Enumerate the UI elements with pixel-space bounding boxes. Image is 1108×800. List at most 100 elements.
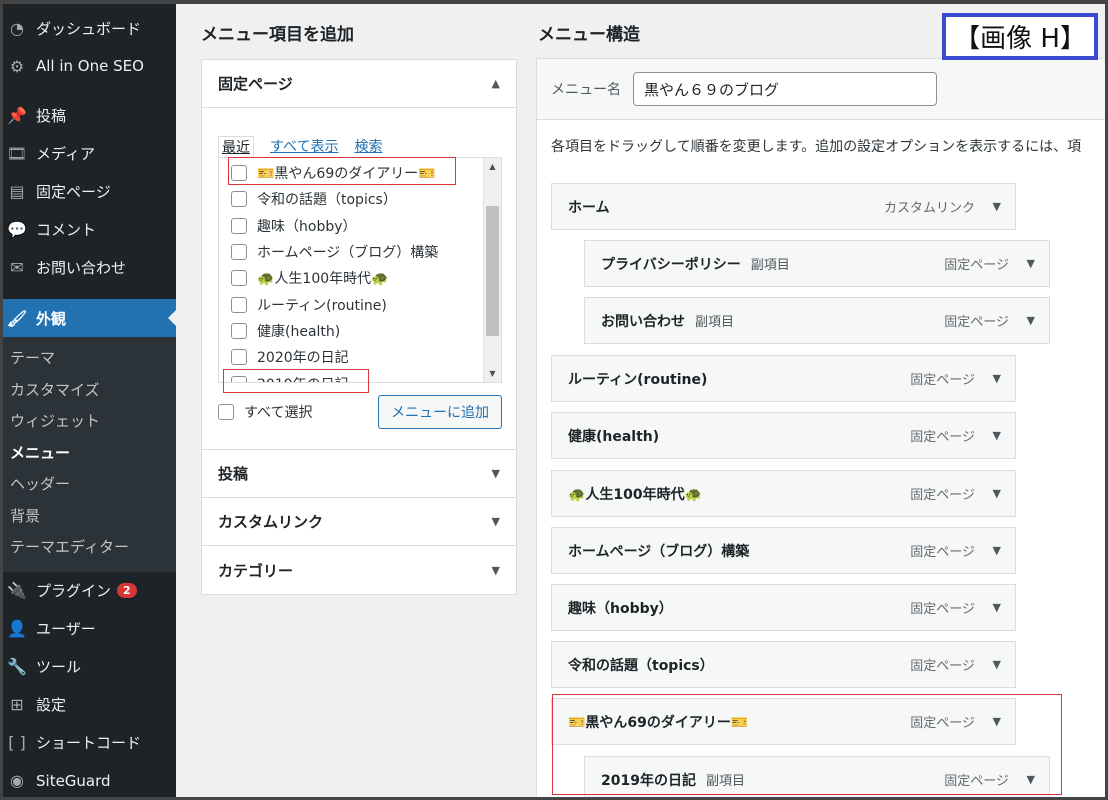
admin-sidebar: ◔ ダッシュボード ⚙ All in One SEO 📌 投稿 🎞 メディア ▤ 固定ペー…: [0, 0, 176, 800]
list-item[interactable]: 🐢人生100年時代🐢: [231, 265, 501, 291]
chevron-down-icon[interactable]: ▼: [993, 715, 1001, 728]
page-icon: ▤: [9, 181, 25, 201]
menu-item-title: お問い合わせ: [601, 313, 685, 330]
add-items-title: メニュー項目を追加: [201, 25, 354, 45]
scroll-up-icon[interactable]: ▲: [484, 162, 501, 171]
sidebar-item-plugins[interactable]: 🔌 プラグイン 2: [0, 572, 176, 610]
list-item[interactable]: 健康(health): [231, 318, 501, 344]
chevron-down-icon[interactable]: ▼: [993, 601, 1001, 614]
chevron-down-icon[interactable]: ▼: [993, 429, 1001, 442]
list-item[interactable]: 令和の話題（topics）: [231, 186, 501, 212]
submenu-widgets[interactable]: ウィジェット: [0, 406, 176, 438]
main-content: メニュー項目を追加 メニュー構造 固定ページ ▲ 最近 すべて表示 検索 🎫黒や…: [176, 0, 1108, 800]
menu-item-title: ホーム: [568, 199, 610, 216]
menu-item-type: 固定ページ: [910, 659, 975, 674]
sidebar-item-comments[interactable]: 💬 コメント: [0, 210, 176, 248]
menu-item[interactable]: 🎫黒やん69のダイアリー🎫 固定ページ ▼: [551, 698, 1016, 745]
submenu-header[interactable]: ヘッダー: [0, 469, 176, 501]
page-label: ルーティン(routine): [257, 297, 387, 314]
comment-icon: 💬: [7, 219, 27, 239]
list-item[interactable]: ルーティン(routine): [231, 291, 501, 317]
accordion-posts-header[interactable]: 投稿 ▼: [202, 450, 516, 498]
add-to-menu-button[interactable]: メニューに追加: [378, 395, 502, 429]
list-item[interactable]: 2020年の日記: [231, 344, 501, 370]
chevron-down-icon[interactable]: ▼: [993, 544, 1001, 557]
chevron-down-icon[interactable]: ▼: [993, 487, 1001, 500]
scroll-thumb[interactable]: [486, 206, 499, 336]
menu-item[interactable]: ルーティン(routine) 固定ページ ▼: [551, 355, 1016, 402]
menu-item[interactable]: 令和の話題（topics） 固定ページ ▼: [551, 641, 1016, 688]
sidebar-item-label: 設定: [36, 696, 67, 714]
chevron-down-icon[interactable]: ▼: [993, 658, 1001, 671]
menu-item[interactable]: 🐢人生100年時代🐢 固定ページ ▼: [551, 470, 1016, 517]
user-icon: 👤: [7, 619, 27, 638]
chevron-down-icon[interactable]: ▼: [993, 200, 1001, 213]
submenu-menus[interactable]: メニュー: [0, 438, 176, 470]
select-all-checkbox[interactable]: [218, 404, 234, 420]
accordion-categories-header[interactable]: カテゴリー ▼: [202, 546, 516, 594]
accordion-pages-header[interactable]: 固定ページ ▲: [202, 60, 516, 108]
checkbox[interactable]: [231, 191, 247, 208]
list-item[interactable]: 🎫黒やん69のダイアリー🎫: [231, 160, 501, 186]
menu-item[interactable]: 健康(health) 固定ページ ▼: [551, 412, 1016, 459]
list-item[interactable]: 趣味（hobby）: [231, 213, 501, 239]
sidebar-item-users[interactable]: 👤 ユーザー: [0, 610, 176, 648]
submenu-theme-editor[interactable]: テーマエディター: [0, 532, 176, 564]
sidebar-item-label: お問い合わせ: [36, 258, 127, 277]
checkbox[interactable]: [231, 244, 247, 261]
submenu-customize[interactable]: カスタマイズ: [0, 375, 176, 407]
sidebar-item-dashboard[interactable]: ◔ ダッシュボード: [0, 9, 176, 47]
scroll-down-icon[interactable]: ▼: [484, 369, 501, 378]
sidebar-item-media[interactable]: 🎞 メディア: [0, 134, 176, 172]
menu-item-title: ルーティン(routine): [568, 371, 708, 388]
select-all[interactable]: すべて選択: [218, 402, 312, 422]
page-label: 健康(health): [257, 323, 341, 340]
list-scrollbar[interactable]: ▲ ▼: [483, 158, 501, 382]
tab-view-all[interactable]: すべて表示: [270, 136, 338, 158]
chevron-up-icon: ▲: [491, 77, 500, 90]
menu-item[interactable]: 趣味（hobby） 固定ページ ▼: [551, 584, 1016, 631]
checkbox[interactable]: [231, 270, 247, 287]
checkbox[interactable]: [231, 322, 247, 339]
accordion-custom-links-header[interactable]: カスタムリンク ▼: [202, 498, 516, 546]
checkbox[interactable]: [231, 349, 247, 366]
sidebar-item-seo[interactable]: ⚙ All in One SEO: [0, 47, 176, 85]
sidebar-item-contact[interactable]: ✉ お問い合わせ: [0, 248, 176, 286]
menu-item[interactable]: ホーム カスタムリンク ▼: [551, 183, 1016, 230]
sub-item-label: 副項目: [695, 315, 735, 330]
shortcode-icon: [ ]: [8, 733, 26, 752]
submenu-background[interactable]: 背景: [0, 501, 176, 533]
sidebar-item-settings[interactable]: ⊞ 設定: [0, 686, 176, 724]
checkbox[interactable]: [231, 296, 247, 313]
sidebar-item-posts[interactable]: 📌 投稿: [0, 96, 176, 134]
checkbox[interactable]: [231, 217, 247, 234]
menu-name-bar: メニュー名 黒やん６９のブログ: [536, 58, 1108, 120]
checkbox[interactable]: [231, 165, 247, 182]
chevron-down-icon[interactable]: ▼: [1027, 257, 1035, 270]
list-item[interactable]: 2019年の日記: [231, 370, 501, 382]
tab-search[interactable]: 検索: [354, 136, 382, 158]
sidebar-item-shortcode[interactable]: [ ] ショートコード: [0, 724, 176, 762]
menu-item[interactable]: 2019年の日記 副項目 固定ページ ▼: [584, 756, 1050, 800]
sidebar-item-label: メディア: [36, 144, 95, 163]
sidebar-item-appearance[interactable]: 🖌 外観: [0, 299, 176, 337]
chevron-down-icon[interactable]: ▼: [1027, 314, 1035, 327]
menu-item-type: カスタムリンク: [883, 201, 975, 216]
sidebar-item-siteguard[interactable]: ◉ SiteGuard: [0, 762, 176, 800]
menu-item[interactable]: ホームページ（ブログ）構築 固定ページ ▼: [551, 527, 1016, 574]
sidebar-item-tools[interactable]: 🔧 ツール: [0, 648, 176, 686]
menu-item-type: 固定ページ: [944, 315, 1009, 330]
chevron-down-icon[interactable]: ▼: [1027, 773, 1035, 786]
menu-item[interactable]: お問い合わせ 副項目 固定ページ ▼: [584, 297, 1050, 344]
list-item[interactable]: ホームページ（ブログ）構築: [231, 239, 501, 265]
tab-recent[interactable]: 最近: [218, 136, 254, 158]
page-label: 🐢人生100年時代🐢: [257, 271, 389, 288]
chevron-down-icon: ▼: [491, 515, 500, 528]
menu-item[interactable]: プライバシーポリシー 副項目 固定ページ ▼: [584, 240, 1050, 287]
submenu-themes[interactable]: テーマ: [0, 343, 176, 375]
chevron-down-icon[interactable]: ▼: [993, 372, 1001, 385]
checkbox[interactable]: [231, 375, 247, 382]
menu-item-title: 🎫黒やん69のダイアリー🎫: [568, 714, 749, 731]
menu-name-input[interactable]: 黒やん６９のブログ: [633, 72, 937, 106]
sidebar-item-pages[interactable]: ▤ 固定ページ: [0, 172, 176, 210]
